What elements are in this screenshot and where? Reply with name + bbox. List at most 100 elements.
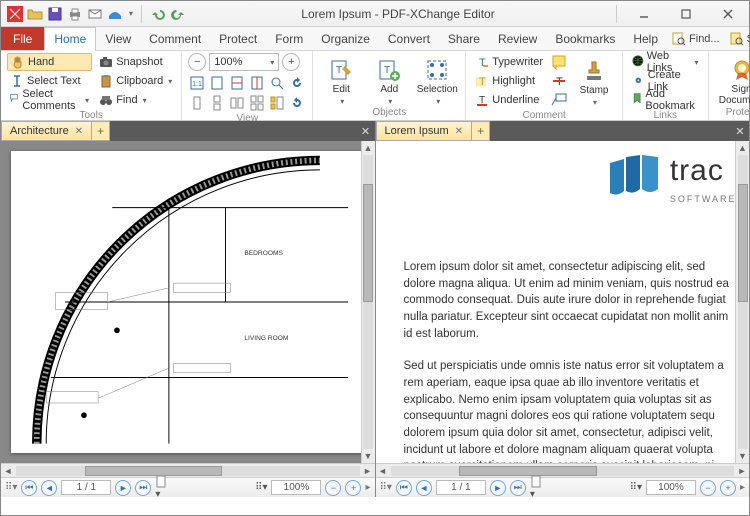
- prev-page-button[interactable]: ◄: [41, 480, 57, 496]
- zoom-tool-icon[interactable]: [268, 74, 286, 92]
- two-continuous-icon[interactable]: [248, 94, 266, 112]
- clipboard-button[interactable]: Clipboard▾: [96, 72, 175, 90]
- tab-comment[interactable]: Comment: [140, 27, 210, 50]
- new-tab-button[interactable]: +: [92, 121, 110, 141]
- svg-text:1:1: 1:1: [192, 81, 202, 88]
- actual-size-icon[interactable]: 1:1: [188, 74, 206, 92]
- options-icon[interactable]: ⠿▾: [5, 482, 17, 493]
- find-button[interactable]: Find...: [667, 27, 725, 50]
- continuous-icon[interactable]: [208, 94, 226, 112]
- fit-width-icon[interactable]: [228, 74, 246, 92]
- last-page-button[interactable]: ⏭: [135, 480, 151, 496]
- pane-close-button[interactable]: ✕: [357, 121, 375, 141]
- sticky-note-icon[interactable]: [550, 53, 568, 71]
- hscrollbar-left[interactable]: ◄►: [1, 463, 375, 477]
- doc-view-left[interactable]: BEDROOMS LIVING ROOM: [1, 141, 375, 463]
- clipboard-icon: [99, 74, 113, 88]
- tab-organize[interactable]: Organize: [312, 27, 379, 50]
- close-icon[interactable]: ✕: [75, 126, 83, 137]
- scan-icon[interactable]: [107, 6, 123, 22]
- first-page-button[interactable]: ⏮: [21, 480, 37, 496]
- zoom-menu-icon[interactable]: ⠿▾: [255, 482, 267, 493]
- email-icon[interactable]: [87, 6, 103, 22]
- fit-visible-icon[interactable]: [248, 74, 266, 92]
- options-icon[interactable]: ⠿▾: [380, 482, 392, 493]
- qat-dropdown-icon[interactable]: ▾: [129, 9, 133, 18]
- stamp-button[interactable]: Stamp▾: [572, 53, 616, 109]
- add-button[interactable]: TAdd▾: [367, 53, 411, 106]
- sign-document-button[interactable]: Sign Document: [715, 53, 750, 106]
- redo-icon[interactable]: [170, 6, 186, 22]
- snapshot-button[interactable]: Snapshot: [96, 53, 175, 71]
- search-button[interactable]: Search...: [725, 27, 750, 50]
- new-tab-button[interactable]: +: [472, 121, 490, 141]
- minimize-button[interactable]: [625, 2, 663, 26]
- save-icon[interactable]: [47, 6, 63, 22]
- zoom-out-button[interactable]: −: [188, 53, 206, 71]
- vscrollbar-left[interactable]: ▲▼: [361, 141, 375, 463]
- callout-icon[interactable]: [550, 91, 568, 109]
- more-icon[interactable]: ▸: [740, 482, 745, 493]
- rosette-icon: [730, 58, 750, 82]
- maximize-button[interactable]: [667, 2, 705, 26]
- tab-form[interactable]: Form: [266, 27, 312, 50]
- find-tool-button[interactable]: Find▾: [96, 91, 175, 109]
- zoom-in-button[interactable]: +: [720, 480, 736, 496]
- typewriter-button[interactable]: TTypewriter: [472, 53, 546, 71]
- file-tab[interactable]: File: [1, 27, 44, 50]
- rotate-ccw-icon[interactable]: [288, 74, 306, 92]
- single-page-icon[interactable]: [188, 94, 206, 112]
- zoom-field[interactable]: 100%: [271, 480, 321, 495]
- hand-tool-button[interactable]: Hand: [7, 53, 92, 71]
- page-menu-icon[interactable]: ▾: [155, 475, 167, 500]
- strikeout-icon[interactable]: T: [550, 72, 568, 90]
- zoom-in-button[interactable]: +: [345, 480, 361, 496]
- two-pages-icon[interactable]: [228, 94, 246, 112]
- print-icon[interactable]: [67, 6, 83, 22]
- zoom-menu-icon[interactable]: ⠿▾: [630, 482, 642, 493]
- page-field[interactable]: 1 / 1: [61, 480, 111, 495]
- undo-icon[interactable]: [150, 6, 166, 22]
- tab-help[interactable]: Help: [624, 27, 667, 50]
- tab-protect[interactable]: Protect: [210, 27, 266, 50]
- zoom-out-button[interactable]: −: [700, 480, 716, 496]
- doc-tab-lorem[interactable]: Lorem Ipsum✕: [376, 121, 473, 141]
- edit-button[interactable]: TEdit▾: [319, 53, 363, 106]
- page-field[interactable]: 1 / 1: [436, 480, 486, 495]
- tab-review[interactable]: Review: [489, 27, 546, 50]
- fit-page-icon[interactable]: [208, 74, 226, 92]
- open-icon[interactable]: [27, 6, 43, 22]
- rotate-cw-icon[interactable]: [288, 94, 306, 112]
- zoom-field[interactable]: 100%: [646, 480, 696, 495]
- prev-page-button[interactable]: ◄: [416, 480, 432, 496]
- svg-text:BEDROOMS: BEDROOMS: [244, 250, 283, 257]
- add-bookmark-button[interactable]: Add Bookmark: [629, 91, 702, 109]
- hscrollbar-right[interactable]: ◄►: [376, 463, 750, 477]
- zoom-out-button[interactable]: −: [325, 480, 341, 496]
- pane-close-button[interactable]: ✕: [731, 121, 749, 141]
- tab-bookmarks[interactable]: Bookmarks: [546, 27, 624, 50]
- next-page-button[interactable]: ►: [490, 480, 506, 496]
- next-page-button[interactable]: ►: [115, 480, 131, 496]
- tab-home[interactable]: Home: [44, 27, 96, 51]
- first-page-button[interactable]: ⏮: [396, 480, 412, 496]
- select-comments-button[interactable]: Select Comments▾: [7, 91, 92, 109]
- highlight-button[interactable]: THighlight: [472, 72, 546, 90]
- doc-view-right[interactable]: tracSOFTWARE P Lorem ipsum dolor sit ame…: [376, 141, 750, 463]
- tab-view[interactable]: View: [96, 27, 140, 50]
- more-icon[interactable]: ▸: [365, 482, 370, 493]
- tab-share[interactable]: Share: [439, 27, 489, 50]
- thumbnails-icon[interactable]: [268, 94, 286, 112]
- page-menu-icon[interactable]: ▾: [530, 475, 542, 500]
- vscrollbar-right[interactable]: ▲▼: [735, 141, 749, 463]
- zoom-in-button[interactable]: +: [282, 53, 300, 71]
- selection-button[interactable]: Selection▾: [415, 53, 459, 106]
- last-page-button[interactable]: ⏭: [510, 480, 526, 496]
- close-icon[interactable]: ✕: [455, 126, 463, 137]
- zoom-field[interactable]: 100%▾: [209, 53, 279, 71]
- underline-button[interactable]: TUnderline: [472, 91, 546, 109]
- doc-tab-architecture[interactable]: Architecture✕: [1, 121, 92, 141]
- tab-convert[interactable]: Convert: [379, 27, 439, 50]
- close-button[interactable]: [709, 2, 747, 26]
- pane-left: Architecture✕ + ✕ BEDROOMS LIVING ROOM: [1, 121, 376, 497]
